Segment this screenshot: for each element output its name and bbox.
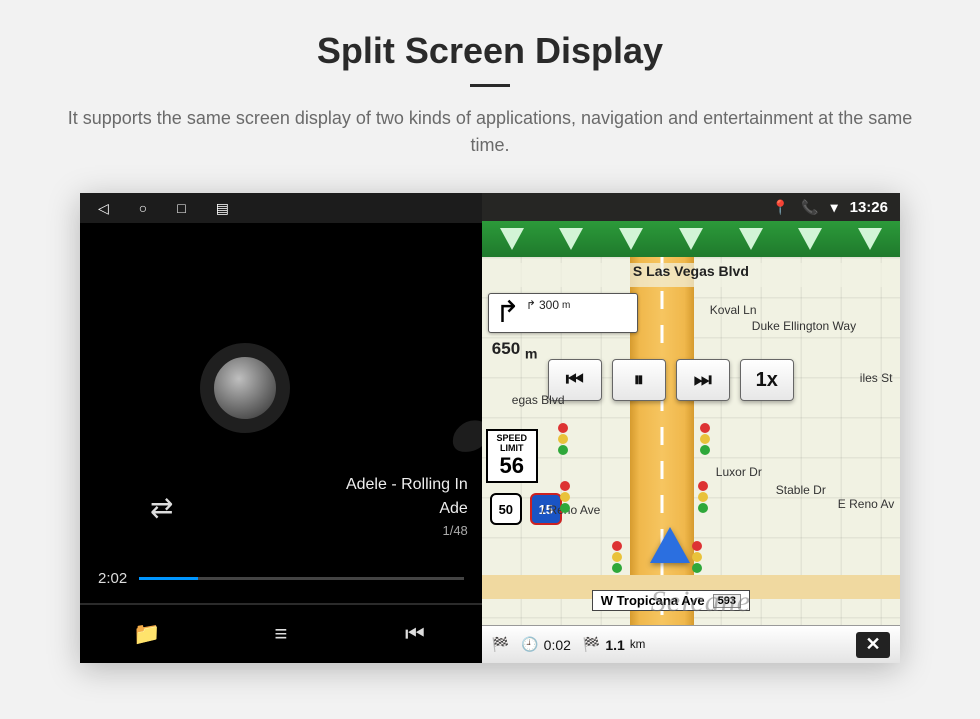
lane-arrow-icon <box>559 228 583 250</box>
lane-arrow-icon <box>858 228 882 250</box>
sim-next-button[interactable]: ⏭ <box>676 359 730 401</box>
track-title: Adele - Rolling In <box>346 473 468 497</box>
previous-track-button[interactable]: ⏮ <box>348 605 482 663</box>
traffic-light-icon <box>700 423 712 455</box>
lane-arrow-icon <box>619 228 643 250</box>
wifi-icon: ▾ <box>831 199 838 216</box>
current-street-name: W Tropicana Ave <box>601 593 705 608</box>
turn-left-icon: ↰ <box>495 298 520 328</box>
location-icon: 📍 <box>772 199 789 216</box>
route-shield: 50 <box>490 493 522 525</box>
joystick-control[interactable] <box>200 343 290 433</box>
main-turn-distance: 650 m <box>492 339 538 362</box>
traffic-light-icon <box>698 481 710 513</box>
poi-label: egas Blvd <box>512 393 565 407</box>
back-icon[interactable]: ◁ <box>98 200 109 217</box>
poi-label: Stable Dr <box>776 483 826 497</box>
gallery-icon[interactable]: ▤ <box>216 200 229 217</box>
nav-statusbar: 📍 📞 ▾ 13:26 <box>482 193 900 221</box>
elapsed-time: 2:02 <box>98 570 127 587</box>
poi-label: Koval Ln <box>710 303 757 317</box>
clock-small-icon: 🕘 <box>521 636 538 653</box>
recent-apps-icon[interactable]: □ <box>177 200 185 216</box>
track-count: 1/48 <box>346 521 468 541</box>
street-label-top: S Las Vegas Blvd <box>482 263 900 287</box>
track-artist: Ade <box>346 497 468 521</box>
progress-bar[interactable] <box>139 577 464 580</box>
road-vertical <box>630 257 694 625</box>
poi-label: E Reno Av <box>838 497 894 511</box>
phone-icon: 📞 <box>801 199 818 216</box>
page-title: Split Screen Display <box>40 30 940 72</box>
turn-instruction-box: ↰ ↱ 300 m <box>488 293 638 333</box>
home-icon[interactable]: ○ <box>139 200 147 216</box>
destination-flag-icon: 🏁 <box>583 636 600 653</box>
speed-limit-sign: SPEED LIMIT 56 <box>486 429 538 483</box>
device-frame: ◁ ○ □ ▤ ♪ ⇄ Adele - Rolling In Ade 1/48 … <box>80 193 900 663</box>
sim-controls: ⏮ ⏸ ⏭ 1x <box>548 359 794 401</box>
speed-limit-value: 56 <box>488 454 536 478</box>
lane-arrow-icon <box>679 228 703 250</box>
sim-elapsed-time: 0:02 <box>544 637 571 653</box>
poi-label: Duke Ellington Way <box>752 319 856 333</box>
next-turn-distance: 300 <box>539 298 559 312</box>
turn-right-small-icon: ↱ <box>526 298 536 312</box>
playlist-button[interactable]: ≡ <box>214 605 348 663</box>
current-street-box: W Tropicana Ave 593 <box>592 590 750 611</box>
clock: 13:26 <box>850 199 888 216</box>
speed-limit-label: SPEED LIMIT <box>488 434 536 454</box>
files-button[interactable]: 📁 <box>80 605 214 663</box>
vehicle-position-icon <box>650 527 690 563</box>
remaining-distance-unit: km <box>630 638 646 651</box>
poi-label: iles St <box>860 371 893 385</box>
lane-arrow-icon <box>739 228 763 250</box>
sim-pause-button[interactable]: ⏸ <box>612 359 666 401</box>
track-meta: Adele - Rolling In Ade 1/48 <box>346 473 468 541</box>
music-body: ♪ ⇄ Adele - Rolling In Ade 1/48 <box>80 223 482 570</box>
sim-speed-button[interactable]: 1x <box>740 359 794 401</box>
navigation-pane: 📍 📞 ▾ 13:26 S Las Vegas Blvd ↰ ↱ 300 m <box>482 193 900 663</box>
nav-bottom-bar: 🏁 🕘 0:02 🏁 1.1 km ✕ <box>482 625 900 663</box>
traffic-light-icon <box>612 541 624 573</box>
music-pane: ◁ ○ □ ▤ ♪ ⇄ Adele - Rolling In Ade 1/48 … <box>80 193 482 663</box>
traffic-light-icon <box>558 423 570 455</box>
traffic-light-icon <box>692 541 704 573</box>
android-statusbar: ◁ ○ □ ▤ <box>80 193 482 223</box>
lane-guidance-bar <box>482 221 900 257</box>
music-bottom-bar: 📁 ≡ ⏮ <box>80 603 482 663</box>
progress-row: 2:02 <box>80 570 482 603</box>
page-subtitle: It supports the same screen display of t… <box>50 105 930 159</box>
current-street-number: 593 <box>713 594 741 608</box>
title-underline <box>470 84 510 87</box>
next-turn-unit: m <box>562 300 570 311</box>
traffic-light-icon <box>560 481 572 513</box>
remaining-distance: 1.1 <box>605 637 624 653</box>
lane-arrow-icon <box>798 228 822 250</box>
shuffle-icon[interactable]: ⇄ <box>150 491 173 524</box>
destination-flag-icon: 🏁 <box>492 636 509 653</box>
close-button[interactable]: ✕ <box>856 632 890 658</box>
lane-arrow-icon <box>500 228 524 250</box>
poi-label: Luxor Dr <box>716 465 762 479</box>
